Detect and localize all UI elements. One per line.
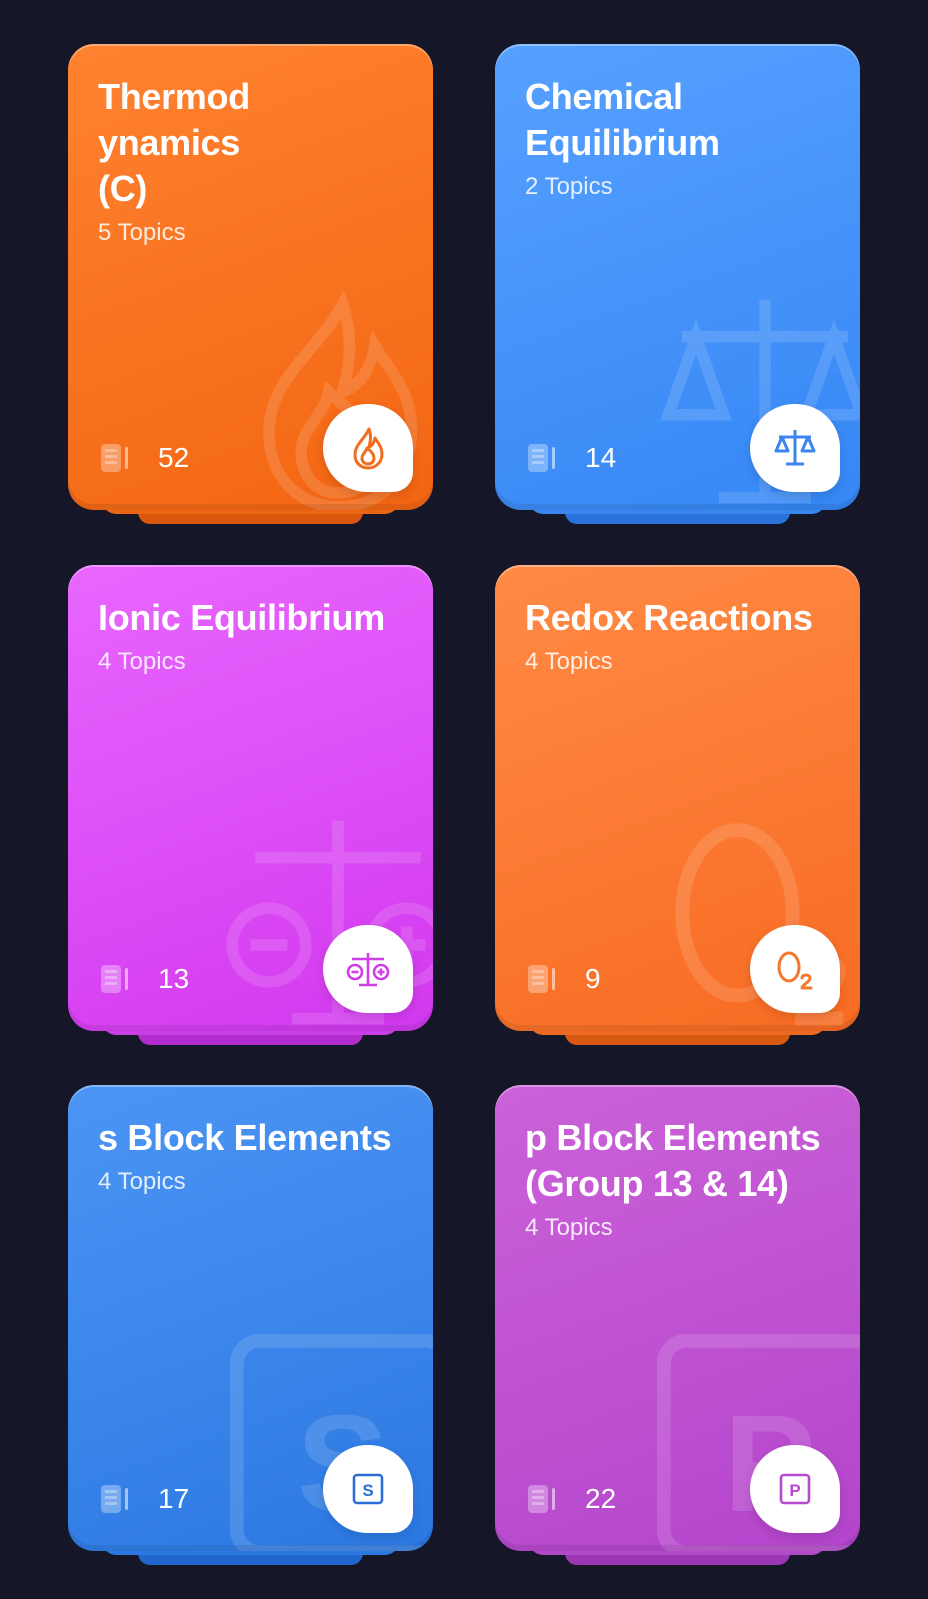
- question-count-row: 22: [527, 1483, 616, 1515]
- flame-icon: [353, 427, 384, 470]
- question-count: 13: [158, 963, 190, 994]
- chapter-title: Chemical Equilibrium 2 Topics: [525, 74, 845, 204]
- topic-count-label: 4 Topics: [98, 1168, 186, 1195]
- topic-count-label: 4 Topics: [525, 648, 613, 675]
- question-list-icon: [100, 964, 132, 994]
- chapter-card-s-block[interactable]: S s Block Elements4 Topics 17 S: [68, 1085, 433, 1551]
- topic-count-label: 4 Topics: [525, 1214, 613, 1241]
- chapter-badge: [750, 404, 840, 492]
- topic-count-label: 2 Topics: [525, 173, 613, 200]
- chapter-card-wrap: Redox Reactions 4 Topics 9: [495, 565, 860, 1051]
- chapter-title: s Block Elements 4 Topics: [98, 1115, 418, 1199]
- balance-scale-icon: [774, 430, 816, 466]
- chapter-badge: [323, 404, 413, 492]
- chapter-grid: Thermod ynamics (C) 5 Topics 52 Chemical …: [0, 0, 928, 1599]
- chapter-badge: S: [323, 1445, 413, 1533]
- chapter-card-p-block[interactable]: P p Block Elements (Group 13 & 14)4 Topi…: [495, 1085, 860, 1551]
- question-count-row: 17: [100, 1483, 189, 1515]
- chapter-badge: [750, 925, 840, 1013]
- chapter-card-wrap: S s Block Elements4 Topics 17 S: [68, 1085, 433, 1571]
- svg-text:P: P: [789, 1481, 800, 1500]
- chapter-badge: [323, 925, 413, 1013]
- question-count: 14: [585, 442, 617, 473]
- question-count-row: 13: [100, 963, 189, 995]
- question-list-icon: [100, 1484, 132, 1514]
- chapter-card-wrap: Thermod ynamics (C) 5 Topics 52: [68, 44, 433, 530]
- chapter-title: Ionic Equilibrium 4 Topics: [98, 595, 418, 679]
- topic-count-label: 5 Topics: [98, 219, 186, 246]
- chapter-card-wrap: Ionic Equilibrium 4 Topics 13: [68, 565, 433, 1051]
- chapter-card-thermodynamics[interactable]: Thermod ynamics (C) 5 Topics 52: [68, 44, 433, 510]
- question-count: 52: [158, 442, 190, 473]
- chapter-title: Thermod ynamics (C) 5 Topics: [98, 74, 418, 250]
- question-list-icon: [527, 1484, 559, 1514]
- p-block-icon: P: [779, 1473, 811, 1505]
- topic-count-label: 4 Topics: [98, 648, 186, 675]
- oxygen-icon: [777, 951, 813, 990]
- chapter-card-redox-reactions[interactable]: Redox Reactions 4 Topics 9: [495, 565, 860, 1031]
- chapter-card-ionic-equilibrium[interactable]: Ionic Equilibrium 4 Topics 13: [68, 565, 433, 1031]
- question-list-icon: [100, 443, 132, 473]
- question-count: 17: [158, 1483, 190, 1514]
- s-block-icon: S: [352, 1473, 384, 1505]
- chapter-badge: P: [750, 1445, 840, 1533]
- svg-text:S: S: [362, 1481, 373, 1500]
- chapter-card-wrap: Chemical Equilibrium 2 Topics 14: [495, 44, 860, 530]
- question-count-row: 52: [100, 442, 189, 474]
- chapter-card-chemical-equilibrium[interactable]: Chemical Equilibrium 2 Topics 14: [495, 44, 860, 510]
- question-count-row: 14: [527, 442, 616, 474]
- question-count: 9: [585, 963, 601, 994]
- question-count: 22: [585, 1483, 617, 1514]
- question-list-icon: [527, 964, 559, 994]
- question-count-row: 9: [527, 963, 601, 995]
- chapter-card-wrap: P p Block Elements (Group 13 & 14)4 Topi…: [495, 1085, 860, 1571]
- ion-scale-icon: [346, 953, 390, 987]
- question-list-icon: [527, 443, 559, 473]
- chapter-title: p Block Elements (Group 13 & 14) 4 Topics: [525, 1115, 845, 1245]
- chapter-title: Redox Reactions 4 Topics: [525, 595, 845, 679]
